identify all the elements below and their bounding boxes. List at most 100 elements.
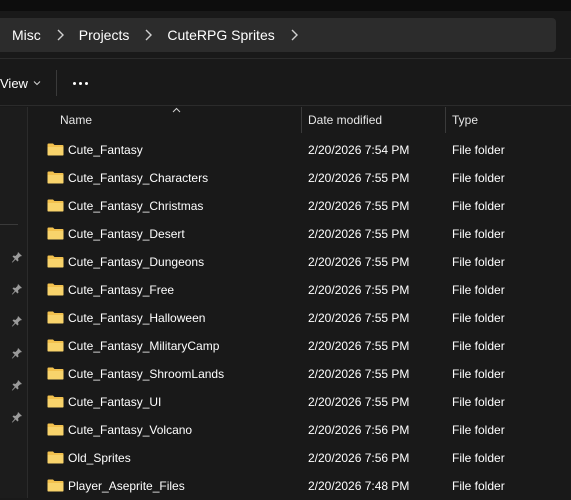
pin-icon[interactable] [11, 346, 23, 359]
file-name: Cute_Fantasy_Volcano [68, 423, 193, 437]
column-date-modified[interactable]: Date modified [308, 107, 382, 133]
title-strip [0, 0, 571, 11]
table-row[interactable]: Cute_Fantasy_Christmas 2/20/2026 7:55 PM… [29, 192, 571, 220]
file-type: File folder [452, 227, 505, 241]
chevron-right-icon[interactable] [43, 29, 77, 41]
file-name: Cute_Fantasy_Christmas [68, 199, 204, 213]
file-name: Cute_Fantasy_UI [68, 395, 162, 409]
table-row[interactable]: Cute_Fantasy_Volcano 2/20/2026 7:56 PM F… [29, 416, 571, 444]
table-row[interactable]: Cute_Fantasy_Free 2/20/2026 7:55 PM File… [29, 276, 571, 304]
file-type: File folder [452, 451, 505, 465]
pin-icon[interactable] [11, 282, 23, 295]
column-type[interactable]: Type [452, 107, 478, 133]
file-date-modified: 2/20/2026 7:55 PM [308, 227, 410, 241]
dot-icon [78, 81, 82, 85]
folder-icon [47, 451, 64, 464]
folder-icon [47, 283, 64, 296]
table-row[interactable]: Cute_Fantasy_Desert 2/20/2026 7:55 PM Fi… [29, 220, 571, 248]
file-type: File folder [452, 283, 505, 297]
file-date-modified: 2/20/2026 7:56 PM [308, 451, 410, 465]
table-row[interactable]: Player_Aseprite_Files 2/20/2026 7:48 PM … [29, 472, 571, 500]
folder-icon [47, 423, 64, 436]
table-row[interactable]: Cute_Fantasy_MilitaryCamp 2/20/2026 7:55… [29, 332, 571, 360]
file-type: File folder [452, 143, 505, 157]
folder-icon [47, 367, 64, 380]
column-resize-handle[interactable] [301, 107, 302, 133]
folder-icon [47, 311, 64, 324]
table-row[interactable]: Cute_Fantasy_UI 2/20/2026 7:55 PM File f… [29, 388, 571, 416]
file-date-modified: 2/20/2026 7:55 PM [308, 283, 410, 297]
file-date-modified: 2/20/2026 7:55 PM [308, 367, 410, 381]
folder-icon [47, 227, 64, 240]
file-type: File folder [452, 255, 505, 269]
file-type: File folder [452, 339, 505, 353]
table-row[interactable]: Cute_Fantasy_Characters 2/20/2026 7:55 P… [29, 164, 571, 192]
file-date-modified: 2/20/2026 7:55 PM [308, 339, 410, 353]
file-name: Cute_Fantasy_Halloween [68, 311, 206, 325]
file-name: Cute_Fantasy_MilitaryCamp [68, 339, 220, 353]
column-header-row: Name Date modified Type [29, 107, 571, 133]
column-name[interactable]: Name [60, 107, 92, 133]
table-row[interactable]: Cute_Fantasy_Dungeons 2/20/2026 7:55 PM … [29, 248, 571, 276]
pin-icon[interactable] [11, 378, 23, 391]
breadcrumb-cuterpg-sprites[interactable]: CuteRPG Sprites [165, 27, 276, 43]
file-type: File folder [452, 395, 505, 409]
command-bar: View [0, 60, 571, 106]
navigation-pane [0, 107, 28, 498]
pin-icon[interactable] [11, 250, 23, 263]
file-name: Cute_Fantasy_Free [68, 283, 175, 297]
view-label: View [0, 75, 28, 91]
dot-icon [72, 81, 76, 85]
chevron-right-icon[interactable] [131, 29, 165, 41]
file-type: File folder [452, 311, 505, 325]
column-resize-handle[interactable] [445, 107, 446, 133]
file-rows: Cute_Fantasy 2/20/2026 7:54 PM File fold… [29, 136, 571, 500]
file-name: Cute_Fantasy_ShroomLands [68, 367, 225, 381]
file-date-modified: 2/20/2026 7:55 PM [308, 395, 410, 409]
address-bar: Misc Projects CuteRPG Sprites [0, 11, 571, 59]
pin-icon[interactable] [11, 410, 23, 423]
file-list: Name Date modified Type Cute_Fantasy 2/2… [29, 107, 571, 498]
chevron-right-icon[interactable] [277, 29, 311, 41]
table-row[interactable]: Cute_Fantasy_ShroomLands 2/20/2026 7:55 … [29, 360, 571, 388]
chevron-down-icon [33, 81, 41, 86]
sort-ascending-icon [172, 107, 181, 113]
toolbar-divider [56, 70, 57, 96]
table-row[interactable]: Cute_Fantasy 2/20/2026 7:54 PM File fold… [29, 136, 571, 164]
file-date-modified: 2/20/2026 7:55 PM [308, 199, 410, 213]
file-date-modified: 2/20/2026 7:48 PM [308, 479, 410, 493]
pin-icon[interactable] [11, 314, 23, 327]
folder-icon [47, 479, 64, 492]
file-date-modified: 2/20/2026 7:55 PM [308, 255, 410, 269]
file-type: File folder [452, 367, 505, 381]
more-options-button[interactable] [68, 72, 92, 94]
folder-icon [47, 339, 64, 352]
table-row[interactable]: Old_Sprites 2/20/2026 7:56 PM File folde… [29, 444, 571, 472]
file-date-modified: 2/20/2026 7:55 PM [308, 311, 410, 325]
breadcrumb-misc[interactable]: Misc [0, 27, 43, 43]
file-date-modified: 2/20/2026 7:54 PM [308, 143, 410, 157]
file-name: Player_Aseprite_Files [68, 479, 185, 493]
file-name: Old_Sprites [68, 451, 131, 465]
file-name: Cute_Fantasy [68, 143, 143, 157]
file-date-modified: 2/20/2026 7:55 PM [308, 171, 410, 185]
file-type: File folder [452, 171, 505, 185]
file-name: Cute_Fantasy_Desert [68, 227, 185, 241]
file-type: File folder [452, 479, 505, 493]
folder-icon [47, 199, 64, 212]
folder-icon [47, 395, 64, 408]
table-row[interactable]: Cute_Fantasy_Halloween 2/20/2026 7:55 PM… [29, 304, 571, 332]
folder-icon [47, 255, 64, 268]
file-name: Cute_Fantasy_Dungeons [68, 255, 205, 269]
dot-icon [84, 81, 88, 85]
folder-icon [47, 171, 64, 184]
file-type: File folder [452, 423, 505, 437]
breadcrumb-projects[interactable]: Projects [77, 27, 132, 43]
file-name: Cute_Fantasy_Characters [68, 171, 209, 185]
nav-divider [0, 224, 18, 225]
file-date-modified: 2/20/2026 7:56 PM [308, 423, 410, 437]
file-type: File folder [452, 199, 505, 213]
folder-icon [47, 143, 64, 156]
view-button[interactable]: View [0, 72, 41, 94]
breadcrumb[interactable]: Misc Projects CuteRPG Sprites [0, 18, 556, 52]
